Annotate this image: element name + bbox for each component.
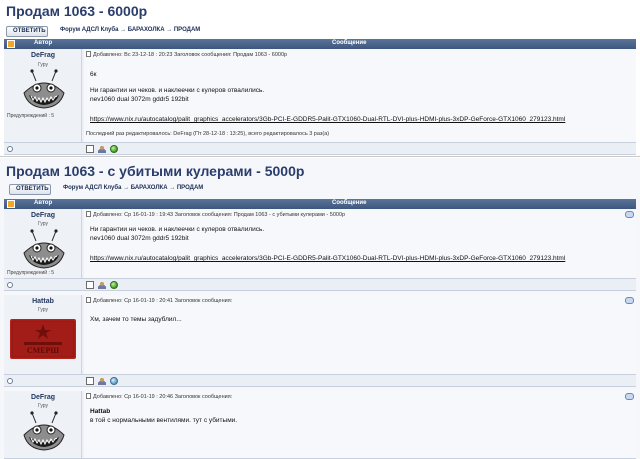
post-meta: Добавлено: Ср 16-01-19 : 19:43 Заголовок… [86,211,345,218]
column-message: Сообщение [332,40,367,46]
column-message: Сообщение [332,200,367,206]
post-icon [86,393,91,399]
page-title[interactable]: Продам 1063 - 6000р [6,3,147,19]
quoted-author: Hattab [90,408,111,415]
author-name[interactable]: DeFrag [4,52,82,59]
pm-icon[interactable] [86,377,94,385]
edit-note: Последний раз редактировалось: DeFrag (П… [86,131,330,137]
table-header: Автор Сообщение [4,39,636,49]
website-icon[interactable] [109,281,118,289]
warnings-count: Предупреждений : 5 [7,270,55,276]
post-meta: Добавлено: Ср 16-01-19 : 20:41 Заголовок… [86,297,232,304]
author-name[interactable]: DeFrag [4,212,82,219]
author-column: DeFrag Гуру Предупреждений : 5 [4,49,82,142]
author-column: Hattab Гуру СМЕРШ [4,295,82,374]
avatar: СМЕРШ [10,319,76,359]
author-name[interactable]: DeFrag [4,394,82,401]
status-icon [7,146,13,152]
post-text-line: в той с нормальными вентилями. тут с уби… [90,417,238,424]
post-text-line: 6к [90,71,97,78]
quote-icon[interactable] [625,393,634,400]
post-icon [86,51,91,57]
author-column: DeFrag Гуру Предупреждений : 5 [4,209,82,278]
product-link[interactable]: https://www.nix.ru/autocatalog/palit_gra… [90,255,565,262]
author-rank: Гуру [37,307,49,313]
post: DeFrag Гуру Предупреждений : 5 Добавлено… [4,49,636,143]
post-icon [86,211,91,217]
post-text-line: nev1060 dual 3072m gddr5 192bit [90,96,189,103]
profile-icon[interactable] [97,281,106,289]
author-name[interactable]: Hattab [4,298,82,305]
quote-icon[interactable] [625,297,634,304]
quote-icon[interactable] [625,211,634,218]
avatar [23,69,65,109]
reply-button[interactable]: ОТВЕТИТЬ [9,184,51,195]
post: DeFrag Гуру Предупреждений : 5 Добавлено… [4,209,636,279]
breadcrumb[interactable]: Форум АДСЛ Клуба → БАРАХОЛКА → ПРОДАМ [60,27,200,33]
website-icon[interactable] [109,377,118,385]
post-text-line: Ни гарантии ни чеков. и наклеечки с куле… [90,87,265,94]
post-text-line: Хм, зачем то темы задублил... [90,316,182,323]
thread-panel-2: Продам 1063 - с убитыми кулерами - 5000р… [0,158,640,459]
thread-panel-1: Продам 1063 - 6000р ОТВЕТИТЬ Форум АДСЛ … [0,0,640,157]
post-footer [4,279,636,291]
post-text-line: Ни гарантии ни чеков. и наклеечки с куле… [90,226,265,233]
avatar [23,229,65,269]
warnings-count: Предупреждений : 5 [7,113,55,119]
post-meta: Добавлено: Вс 23-12-18 : 20:23 Заголовок… [86,51,287,58]
post: Hattab Гуру СМЕРШ Добавлено: Ср 16-01-19… [4,295,636,375]
author-rank: Гуру [37,221,49,227]
post-footer [4,143,636,155]
profile-icon[interactable] [97,377,106,385]
pm-icon[interactable] [86,145,94,153]
pm-icon[interactable] [86,281,94,289]
column-author: Автор [34,40,53,46]
post-icon [86,297,91,303]
message-body: Добавлено: Ср 16-01-19 : 19:43 Заголовок… [84,209,636,278]
svg-text:СМЕРШ: СМЕРШ [27,346,60,355]
profile-icon[interactable] [97,145,106,153]
status-icon [7,378,13,384]
reply-button[interactable]: ОТВЕТИТЬ [6,26,48,37]
post-footer [4,375,636,387]
post-text-line: nev1060 dual 3072m gddr5 192bit [90,235,189,242]
status-icon [7,282,13,288]
avatar [23,411,65,451]
table-header: Автор Сообщение [4,199,636,209]
author-rank: Гуру [37,403,49,409]
post: DeFrag Гуру Добавлено: Ср 16-01-19 : 20:… [4,391,636,459]
message-body: Добавлено: Вс 23-12-18 : 20:23 Заголовок… [84,49,636,142]
message-body: Добавлено: Ср 16-01-19 : 20:46 Заголовок… [84,391,636,458]
rss-icon[interactable] [7,40,15,48]
post-meta: Добавлено: Ср 16-01-19 : 20:46 Заголовок… [86,393,232,400]
website-icon[interactable] [109,145,118,153]
rss-icon[interactable] [7,200,15,208]
product-link[interactable]: https://www.nix.ru/autocatalog/palit_gra… [90,116,565,123]
message-body: Добавлено: Ср 16-01-19 : 20:41 Заголовок… [84,295,636,374]
column-author: Автор [34,200,53,206]
page-title[interactable]: Продам 1063 - с убитыми кулерами - 5000р [6,163,304,179]
breadcrumb[interactable]: Форум АДСЛ Клуба → БАРАХОЛКА → ПРОДАМ [63,185,203,191]
author-column: DeFrag Гуру [4,391,82,458]
author-rank: Гуру [37,62,49,68]
